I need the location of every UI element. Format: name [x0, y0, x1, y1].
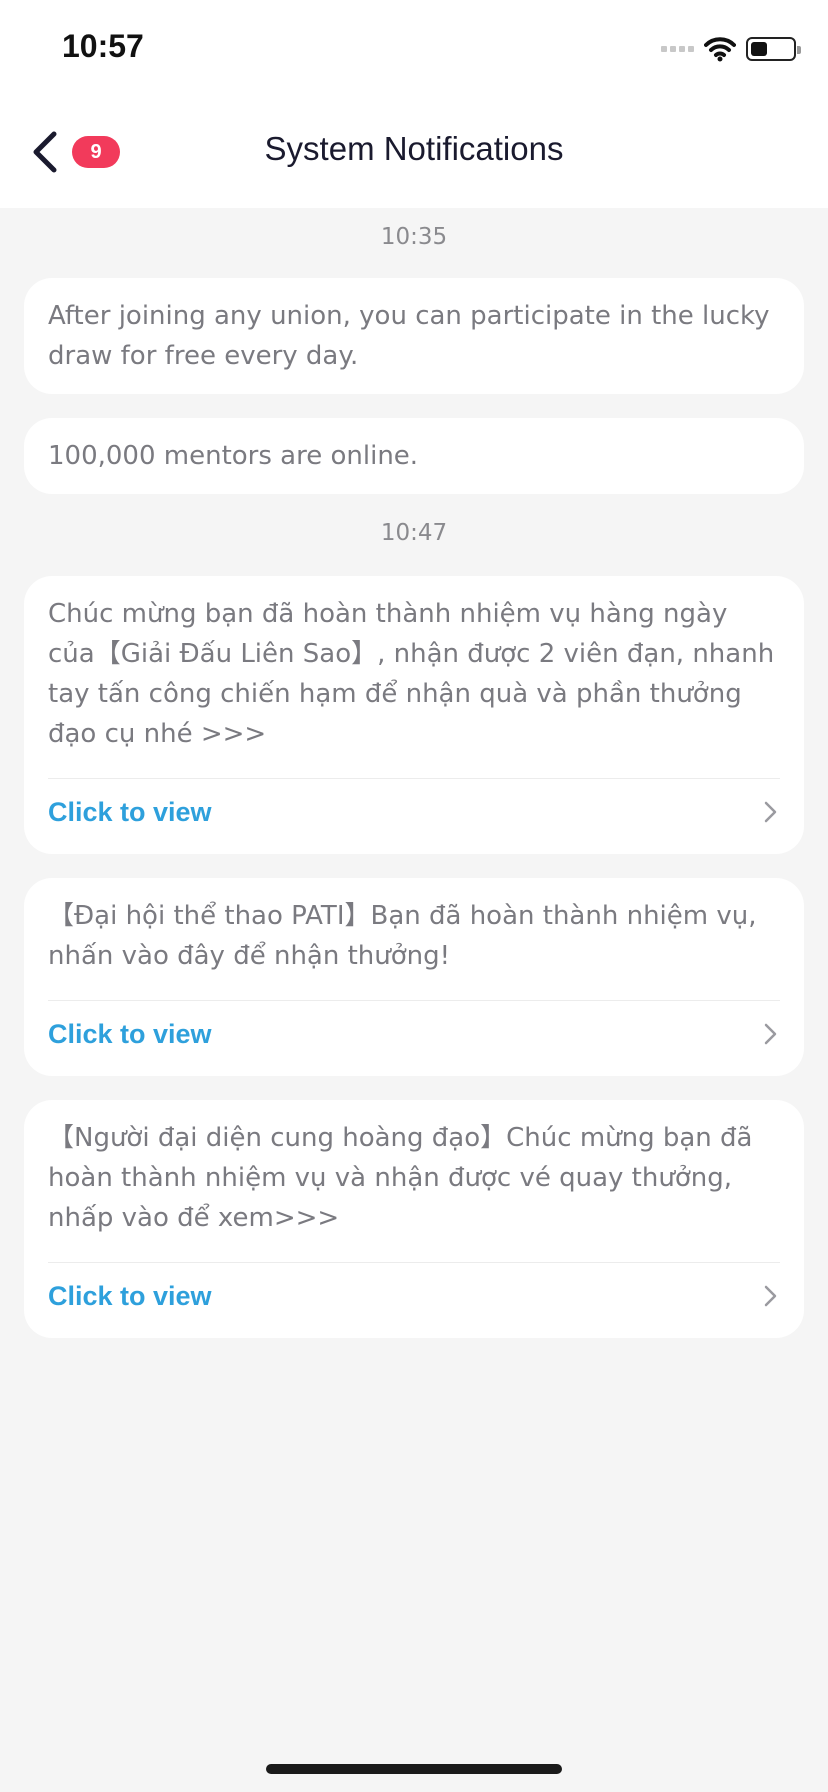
card-divider — [48, 1262, 780, 1263]
view-details-label: Click to view — [48, 796, 212, 827]
battery-icon — [746, 37, 801, 61]
notification-text: 100,000 mentors are online. — [48, 441, 419, 471]
page-title: System Notifications — [264, 130, 564, 167]
notification-card: After joining any union, you can partici… — [24, 278, 804, 394]
view-details-button[interactable]: Click to view — [48, 792, 780, 832]
notification-card: 【Đại hội thể thao PATI】Bạn đã hoàn thành… — [24, 878, 804, 1076]
notification-text: 【Người đại diện cung hoàng đạo】Chúc mừng… — [48, 1123, 753, 1233]
view-details-label: Click to view — [48, 1280, 212, 1311]
home-indicator[interactable] — [266, 1764, 562, 1774]
status-icons — [661, 34, 801, 64]
notification-text: After joining any union, you can partici… — [48, 301, 770, 371]
card-divider — [48, 778, 780, 779]
view-details-button[interactable]: Click to view — [48, 1014, 780, 1054]
wifi-icon — [704, 37, 736, 62]
view-details-button[interactable]: Click to view — [48, 1276, 780, 1316]
timestamp-label: 10:47 — [380, 520, 448, 546]
back-button[interactable] — [26, 128, 66, 176]
chevron-right-icon — [764, 1023, 777, 1045]
notification-text: Chúc mừng bạn đã hoàn thành nhiệm vụ hàn… — [48, 599, 775, 749]
chevron-right-icon — [764, 1285, 777, 1307]
signal-icon — [661, 46, 694, 52]
notification-text: 【Đại hội thể thao PATI】Bạn đã hoàn thành… — [48, 901, 757, 971]
notification-card: 【Người đại diện cung hoàng đạo】Chúc mừng… — [24, 1100, 804, 1338]
chevron-right-icon — [764, 801, 777, 823]
notification-card: Chúc mừng bạn đã hoàn thành nhiệm vụ hàn… — [24, 576, 804, 854]
timestamp-label: 10:35 — [380, 224, 448, 250]
notification-card: 100,000 mentors are online. — [24, 418, 804, 494]
header: 10:57 9 System Notifications — [0, 0, 828, 208]
unread-badge: 9 — [72, 136, 120, 168]
view-details-label: Click to view — [48, 1018, 212, 1049]
chevron-left-icon — [33, 131, 57, 173]
card-divider — [48, 1000, 780, 1001]
status-time: 10:57 — [62, 28, 144, 64]
